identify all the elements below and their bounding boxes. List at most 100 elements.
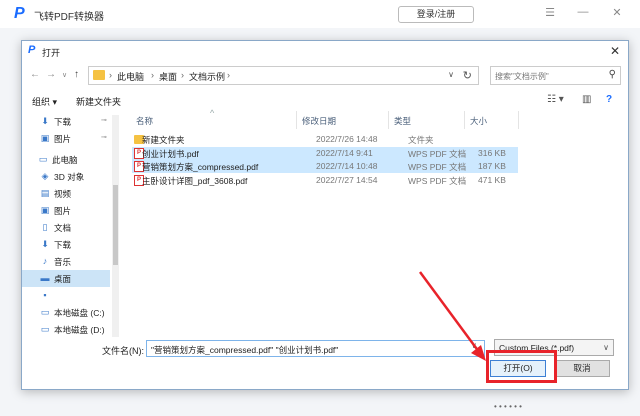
file-name: 创业计划书.pdf bbox=[142, 148, 199, 159]
sidebar-item[interactable]: ♪ 音乐 bbox=[22, 253, 110, 270]
sidebar-item[interactable]: ◈ 3D 对象 bbox=[22, 168, 110, 185]
sort-ascending-icon: ^ bbox=[210, 108, 215, 118]
sidebar-item[interactable]: ⬇ 下载 ⊸ bbox=[22, 113, 110, 130]
drive-icon: ▭ bbox=[40, 324, 50, 334]
column-separator[interactable] bbox=[518, 111, 519, 129]
search-icon: ⚲ bbox=[608, 69, 616, 80]
file-name: 营销策划方案_compressed.pdf bbox=[142, 162, 259, 172]
sidebar-item-label: 本地磁盘 (D:) bbox=[54, 325, 105, 335]
up-icon[interactable]: ↑ bbox=[74, 69, 79, 80]
table-row[interactable]: P 创业计划书.pdf 2022/7/14 9:41 WPS PDF 文档 316 KB bbox=[132, 146, 518, 160]
view-options-icon[interactable]: ☷ ▾ bbox=[547, 94, 564, 105]
computer-icon: ▭ bbox=[38, 154, 48, 164]
app-logo: P bbox=[14, 5, 25, 22]
filename-input[interactable]: "营销策划方案_compressed.pdf" "创业计划书.pdf" bbox=[146, 340, 485, 357]
file-type: 文件夹 bbox=[408, 135, 434, 145]
chevron-right-icon: › bbox=[151, 70, 154, 80]
wechat-icon: ▪ bbox=[43, 290, 47, 300]
sidebar-item-label: 图片 bbox=[54, 206, 72, 216]
search-placeholder: 搜索"文档示例" bbox=[495, 72, 549, 81]
recent-dropdown-icon[interactable]: ∨ bbox=[62, 71, 67, 79]
sidebar-scrollbar[interactable] bbox=[112, 115, 119, 337]
sidebar-item[interactable]: ▯ 文档 bbox=[22, 219, 110, 236]
filename-label: 文件名(N): bbox=[102, 346, 144, 356]
forward-icon[interactable]: → bbox=[46, 69, 56, 80]
organize-button[interactable]: 组织 ▾ bbox=[32, 95, 57, 108]
scrollbar-thumb[interactable] bbox=[113, 185, 118, 265]
app-titlebar: P 飞转PDF转换器 登录/注册 ☰ — ✕ bbox=[0, 0, 640, 28]
address-bar[interactable]: › 此电脑 › 桌面 › 文档示例 › ∨ ↻ bbox=[88, 66, 479, 85]
file-name: 主卧设计详图_pdf_3608.pdf bbox=[142, 175, 248, 186]
minimize-icon[interactable]: — bbox=[576, 6, 590, 18]
file-date: 2022/7/26 14:48 bbox=[316, 134, 378, 144]
table-row[interactable]: P 营销策划方案_compressed.pdf 2022/7/14 10:48 WPS… bbox=[132, 160, 518, 173]
breadcrumb-item[interactable]: 此电脑 bbox=[117, 70, 144, 83]
column-header-type[interactable]: 类型 bbox=[394, 115, 411, 127]
file-size: 187 KB bbox=[478, 161, 506, 171]
search-input[interactable]: 搜索"文档示例" ⚲ bbox=[490, 66, 621, 85]
file-name: 新建文件夹 bbox=[142, 135, 185, 145]
table-row[interactable]: 新建文件夹 2022/7/26 14:48 文件夹 bbox=[132, 133, 518, 146]
sidebar-item-label: 下载 bbox=[54, 240, 72, 250]
pictures-icon: ▣ bbox=[40, 133, 50, 143]
dialog-title: 打开 bbox=[42, 48, 61, 58]
dialog-app-icon: P bbox=[28, 44, 36, 56]
sidebar-item-label: 本地磁盘 (C:) bbox=[54, 308, 105, 318]
sidebar-item[interactable]: ▭ 此电脑 bbox=[22, 151, 110, 168]
open-file-dialog: P 打开 ✕ ← → ∨ ↑ › 此电脑 › 桌面 › 文档示例 › ∨ ↻ 搜… bbox=[21, 40, 629, 390]
close-app-icon[interactable]: ✕ bbox=[610, 6, 624, 19]
folder-icon bbox=[93, 70, 105, 80]
dialog-toolbar: 组织 ▾ 新建文件夹 ☷ ▾ ▥ ? bbox=[22, 89, 628, 111]
file-date: 2022/7/27 14:54 bbox=[316, 174, 378, 185]
cancel-button[interactable]: 取消 bbox=[554, 360, 610, 377]
pictures-icon: ▣ bbox=[40, 205, 50, 215]
sidebar-item[interactable]: ▭ 本地磁盘 (C:) bbox=[22, 304, 110, 321]
filename-value: "营销策划方案_compressed.pdf" "创业计划书.pdf" bbox=[151, 345, 339, 355]
column-header-date[interactable]: 修改日期 bbox=[302, 115, 336, 127]
back-icon[interactable]: ← bbox=[30, 69, 40, 80]
column-separator[interactable] bbox=[296, 111, 297, 129]
documents-icon: ▯ bbox=[42, 222, 48, 232]
breadcrumb-item[interactable]: 文档示例 bbox=[189, 70, 225, 83]
sidebar-item[interactable]: ▬ 桌面 bbox=[22, 270, 110, 287]
file-size: 471 KB bbox=[478, 174, 506, 185]
column-separator[interactable] bbox=[464, 111, 465, 129]
file-type: WPS PDF 文档 bbox=[408, 148, 467, 159]
navigation-bar: ← → ∨ ↑ › 此电脑 › 桌面 › 文档示例 › ∨ ↻ 搜索"文档示例"… bbox=[22, 63, 628, 89]
login-button[interactable]: 登录/注册 bbox=[398, 6, 474, 23]
table-row[interactable]: P 主卧设计详图_pdf_3608.pdf 2022/7/27 14:54 WPS P… bbox=[132, 174, 518, 187]
column-header-name[interactable]: 名称 bbox=[136, 115, 153, 127]
file-date: 2022/7/14 9:41 bbox=[316, 147, 373, 158]
dialog-close-icon[interactable]: ✕ bbox=[610, 44, 620, 58]
file-size: 316 KB bbox=[478, 147, 506, 158]
file-date: 2022/7/14 10:48 bbox=[316, 161, 378, 171]
sidebar-item[interactable]: ⬇ 下载 bbox=[22, 236, 110, 253]
sidebar-item[interactable]: ▭ 本地磁盘 (D:) bbox=[22, 321, 110, 337]
refresh-icon[interactable]: ↻ bbox=[463, 69, 472, 82]
desktop-icon: ▬ bbox=[40, 273, 50, 283]
sidebar-item[interactable]: ▣ 图片 ⊸ bbox=[22, 130, 110, 147]
column-separator[interactable] bbox=[388, 111, 389, 129]
file-type: WPS PDF 文档 bbox=[408, 162, 467, 172]
sidebar-item[interactable]: ▪ bbox=[22, 287, 110, 304]
sidebar-item[interactable]: ▤ 视频 bbox=[22, 185, 110, 202]
drive-icon: ▭ bbox=[40, 307, 50, 317]
preview-pane-icon[interactable]: ▥ bbox=[582, 94, 591, 105]
download-icon: ⬇ bbox=[41, 239, 49, 249]
breadcrumb-item[interactable]: 桌面 bbox=[159, 70, 177, 83]
menu-icon[interactable]: ☰ bbox=[543, 6, 557, 19]
navigation-pane: ⬇ 下载 ⊸ ▣ 图片 ⊸ ▭ 此电脑 ◈ 3D 对象 ▤ 视频 ▣ 图片 ▯ 文档 ⬇ 下载 ♪ 音乐 ▬ 桌面 ▪ ▭ 本地… bbox=[22, 111, 122, 337]
address-dropdown-icon[interactable]: ∨ bbox=[448, 70, 454, 79]
dialog-titlebar: P 打开 ✕ bbox=[22, 41, 628, 63]
app-title: 飞转PDF转换器 bbox=[34, 12, 104, 23]
sidebar-item-label: 视频 bbox=[54, 189, 72, 199]
chevron-down-icon: ∨ bbox=[603, 343, 609, 352]
new-folder-button[interactable]: 新建文件夹 bbox=[76, 95, 121, 108]
filename-dropdown-icon[interactable]: ∨ bbox=[471, 341, 477, 350]
pin-icon: ⊸ bbox=[101, 117, 107, 124]
sidebar-item[interactable]: ▣ 图片 bbox=[22, 202, 110, 219]
help-icon[interactable]: ? bbox=[606, 94, 612, 105]
download-icon: ⬇ bbox=[41, 116, 49, 126]
column-header-size[interactable]: 大小 bbox=[470, 115, 487, 127]
pin-icon: ⊸ bbox=[101, 134, 107, 141]
